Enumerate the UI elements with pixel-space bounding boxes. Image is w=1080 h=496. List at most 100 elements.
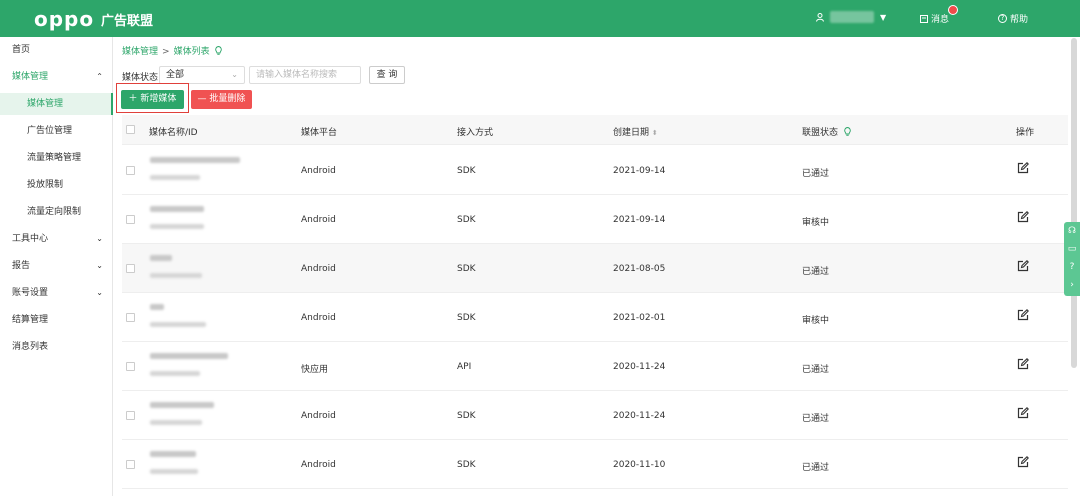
sidebar-item-label: 媒体管理 [12,72,49,82]
breadcrumb-separator: > [162,47,170,57]
edit-icon[interactable] [1017,309,1029,321]
minus-icon: — [197,94,210,104]
oppo-logo[interactable]: oppo [34,7,94,31]
row-checkbox[interactable] [126,460,135,469]
edit-icon[interactable] [1017,162,1029,174]
sidebar-item-media-management[interactable]: 媒体管理 ⌃ [0,66,113,88]
table-row: Android SDK 2021-02-01 审核中 [122,293,1068,342]
headset-icon[interactable]: ☊ [1064,222,1080,240]
add-media-button[interactable]: ＋ 新增媒体 [121,90,184,109]
sidebar-item-label: 消息列表 [12,342,49,352]
edit-icon[interactable] [1017,456,1029,468]
sidebar-item-label: 媒体管理 [27,99,64,109]
media-id-redacted [150,420,202,425]
chevron-down-icon: ⌄ [96,234,103,243]
sidebar: 首页 媒体管理 ⌃ 媒体管理 广告位管理 流量策略管理 投放限制 流量定向限制 工… [0,37,113,496]
select-all-checkbox[interactable] [126,125,135,134]
media-id-redacted [150,273,202,278]
caret-down-icon: ▼ [880,12,887,22]
lightbulb-icon[interactable] [215,46,223,55]
media-search-input[interactable]: 请输入媒体名称搜索 [249,66,361,84]
sidebar-item-delivery-limit[interactable]: 投放限制 [0,174,113,196]
col-header-status-label: 联盟状态 [802,128,839,138]
row-checkbox[interactable] [126,313,135,322]
help-label: 帮助 [1010,15,1029,25]
cell-access: SDK [457,460,476,470]
media-id-redacted [150,469,198,474]
cell-access: SDK [457,166,476,176]
username-redacted [830,11,874,23]
row-checkbox[interactable] [126,166,135,175]
edit-icon[interactable] [1017,358,1029,370]
row-checkbox[interactable] [126,411,135,420]
help-button[interactable]: ? 帮助 [998,12,1028,25]
row-checkbox[interactable] [126,264,135,273]
sort-icon[interactable]: ⬍ [652,129,658,137]
chevron-down-icon: ⌄ [231,70,238,79]
table-row: Android SDK 2021-09-14 审核中 [122,195,1068,244]
sidebar-item-label: 结算管理 [12,315,49,325]
plus-icon: ＋ [128,94,141,104]
cell-platform: Android [301,313,336,323]
media-id-redacted [150,175,200,180]
chevron-up-icon: ⌃ [96,72,103,81]
row-checkbox[interactable] [126,362,135,371]
cell-status: 审核中 [802,316,830,326]
chat-icon[interactable]: ▭ [1064,240,1080,258]
question-icon[interactable]: ? [1064,258,1080,276]
cell-created: 2021-09-14 [613,166,666,176]
edit-icon[interactable] [1017,211,1029,223]
cell-created: 2021-09-14 [613,215,666,225]
table-row: 快应用 API 2020-11-24 已通过 [122,342,1068,391]
cell-status: 已通过 [802,463,830,473]
row-checkbox[interactable] [126,215,135,224]
sidebar-item-traffic-strategy[interactable]: 流量策略管理 [0,147,113,169]
cell-platform: Android [301,166,336,176]
status-select[interactable]: 全部 ⌄ [159,66,245,84]
query-button[interactable]: 查 询 [369,66,405,84]
sidebar-item-settlement[interactable]: 结算管理 [0,309,113,331]
notification-badge [948,5,958,15]
scrollbar[interactable] [1071,38,1077,368]
user-menu[interactable]: ▼ [816,11,886,23]
sidebar-item-ad-slot[interactable]: 广告位管理 [0,120,113,142]
media-name-redacted [150,206,204,212]
sidebar-item-account[interactable]: 账号设置 ⌄ [0,282,113,304]
sidebar-item-label: 流量定向限制 [27,207,82,217]
cell-platform: Android [301,411,336,421]
col-header-name: 媒体名称/ID [149,128,198,138]
table-row: Android SDK 2021-08-05 已通过 [122,244,1068,293]
cell-status: 已通过 [802,365,830,375]
user-icon [816,12,824,22]
col-header-created[interactable]: 创建日期 ⬍ [613,125,658,138]
breadcrumb-parent[interactable]: 媒体管理 [122,47,158,57]
sidebar-item-label: 账号设置 [12,288,49,298]
sidebar-item-tools[interactable]: 工具中心 ⌄ [0,228,113,250]
top-bar: oppo 广告联盟 ▼ 消息 ? 帮助 [0,0,1080,37]
batch-delete-button[interactable]: — 批量删除 [191,90,252,109]
col-header-access: 接入方式 [457,128,494,138]
sidebar-item-label: 投放限制 [27,180,64,190]
sidebar-item-home[interactable]: 首页 [0,39,113,61]
sidebar-item-media[interactable]: 媒体管理 [0,93,113,115]
sidebar-item-reports[interactable]: 报告 ⌄ [0,255,113,277]
cell-platform: Android [301,264,336,274]
messages-label: 消息 [931,15,950,25]
table-row: Android SDK 2020-11-24 已通过 [122,391,1068,440]
media-name-redacted [150,255,172,261]
lightbulb-icon[interactable] [844,127,851,136]
message-icon [920,14,928,23]
edit-icon[interactable] [1017,260,1029,272]
cell-created: 2021-02-01 [613,313,666,323]
cell-access: SDK [457,313,476,323]
messages-button[interactable]: 消息 [920,12,949,25]
col-header-status: 联盟状态 [802,125,851,138]
sidebar-item-messages[interactable]: 消息列表 [0,336,113,358]
cell-platform: Android [301,460,336,470]
chevron-right-icon[interactable]: › [1064,276,1080,294]
cell-created: 2020-11-24 [613,411,666,421]
sidebar-item-targeting-limit[interactable]: 流量定向限制 [0,201,113,223]
cell-status: 已通过 [802,414,830,424]
edit-icon[interactable] [1017,407,1029,419]
media-name-redacted [150,353,228,359]
